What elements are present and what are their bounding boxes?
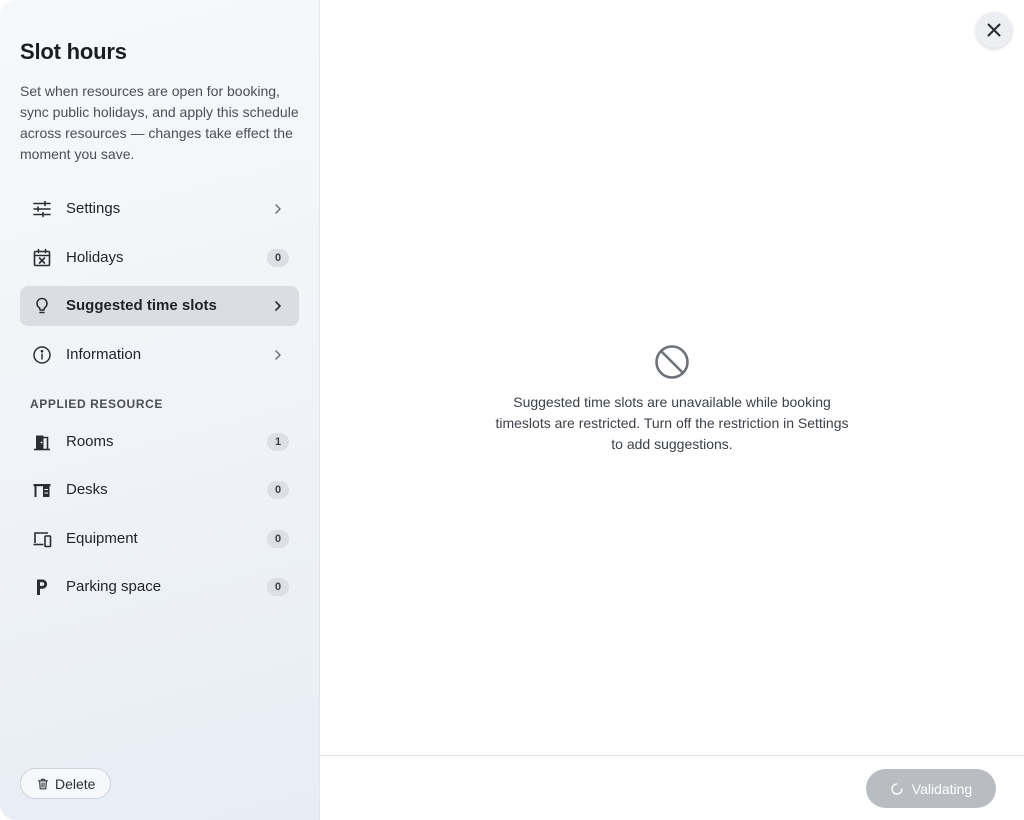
close-icon (986, 22, 1002, 38)
info-icon (32, 345, 52, 365)
resource-label: Equipment (66, 530, 138, 547)
resource-label: Desks (66, 481, 108, 498)
sidebar: Slot hours Set when resources are open f… (0, 0, 320, 820)
close-button[interactable] (976, 12, 1012, 48)
empty-state-message: Suggested time slots are unavailable whi… (495, 394, 849, 452)
slot-hours-modal: Slot hours Set when resources are open f… (0, 0, 1024, 820)
resource-item-equipment[interactable]: Equipment 0 (20, 519, 299, 559)
chevron-right-icon (271, 202, 285, 216)
footer-bar: Validating (320, 755, 1024, 820)
nav-item-label: Suggested time slots (66, 297, 217, 314)
count-badge: 0 (267, 249, 289, 267)
resource-item-desks[interactable]: Desks 0 (20, 470, 299, 510)
sidebar-description: Set when resources are open for booking,… (20, 83, 299, 162)
resource-label: Rooms (66, 433, 114, 450)
delete-button[interactable]: Delete (20, 768, 111, 799)
delete-label: Delete (55, 775, 96, 792)
main-panel: Suggested time slots are unavailable whi… (320, 0, 1024, 820)
count-badge: 0 (267, 481, 289, 499)
door-icon (32, 432, 52, 452)
nav-item-holidays[interactable]: Holidays 0 (20, 238, 299, 278)
count-badge: 0 (267, 578, 289, 596)
nav-item-label: Settings (66, 200, 121, 217)
nav-item-label: Holidays (66, 249, 124, 266)
trash-icon (37, 778, 49, 790)
validating-button[interactable]: Validating (866, 769, 996, 808)
lightbulb-icon (32, 296, 52, 316)
nav-item-settings[interactable]: Settings (20, 189, 299, 229)
chevron-right-icon (271, 299, 285, 313)
spinner-icon (890, 782, 904, 796)
chevron-right-icon (271, 348, 285, 362)
nav-item-information[interactable]: Information (20, 335, 299, 375)
sliders-icon (32, 199, 52, 219)
resource-label: Parking space (66, 578, 162, 595)
count-badge: 0 (267, 530, 289, 548)
calendar-x-icon (32, 248, 52, 268)
validating-label: Validating (911, 780, 973, 797)
applied-resource-heading: APPLIED RESOURCE (30, 397, 163, 411)
blocked-icon (654, 344, 690, 380)
resource-item-rooms[interactable]: Rooms 1 (20, 422, 299, 462)
nav-item-label: Information (66, 346, 142, 363)
nav-item-suggested-time-slots[interactable]: Suggested time slots (20, 286, 299, 326)
sidebar-title: Slot hours (20, 39, 127, 64)
desk-icon (32, 480, 52, 500)
parking-icon (32, 577, 52, 597)
empty-state: Suggested time slots are unavailable whi… (320, 344, 1024, 455)
count-badge: 1 (267, 433, 289, 451)
devices-icon (32, 529, 52, 549)
resource-item-parking-space[interactable]: Parking space 0 (20, 567, 299, 607)
